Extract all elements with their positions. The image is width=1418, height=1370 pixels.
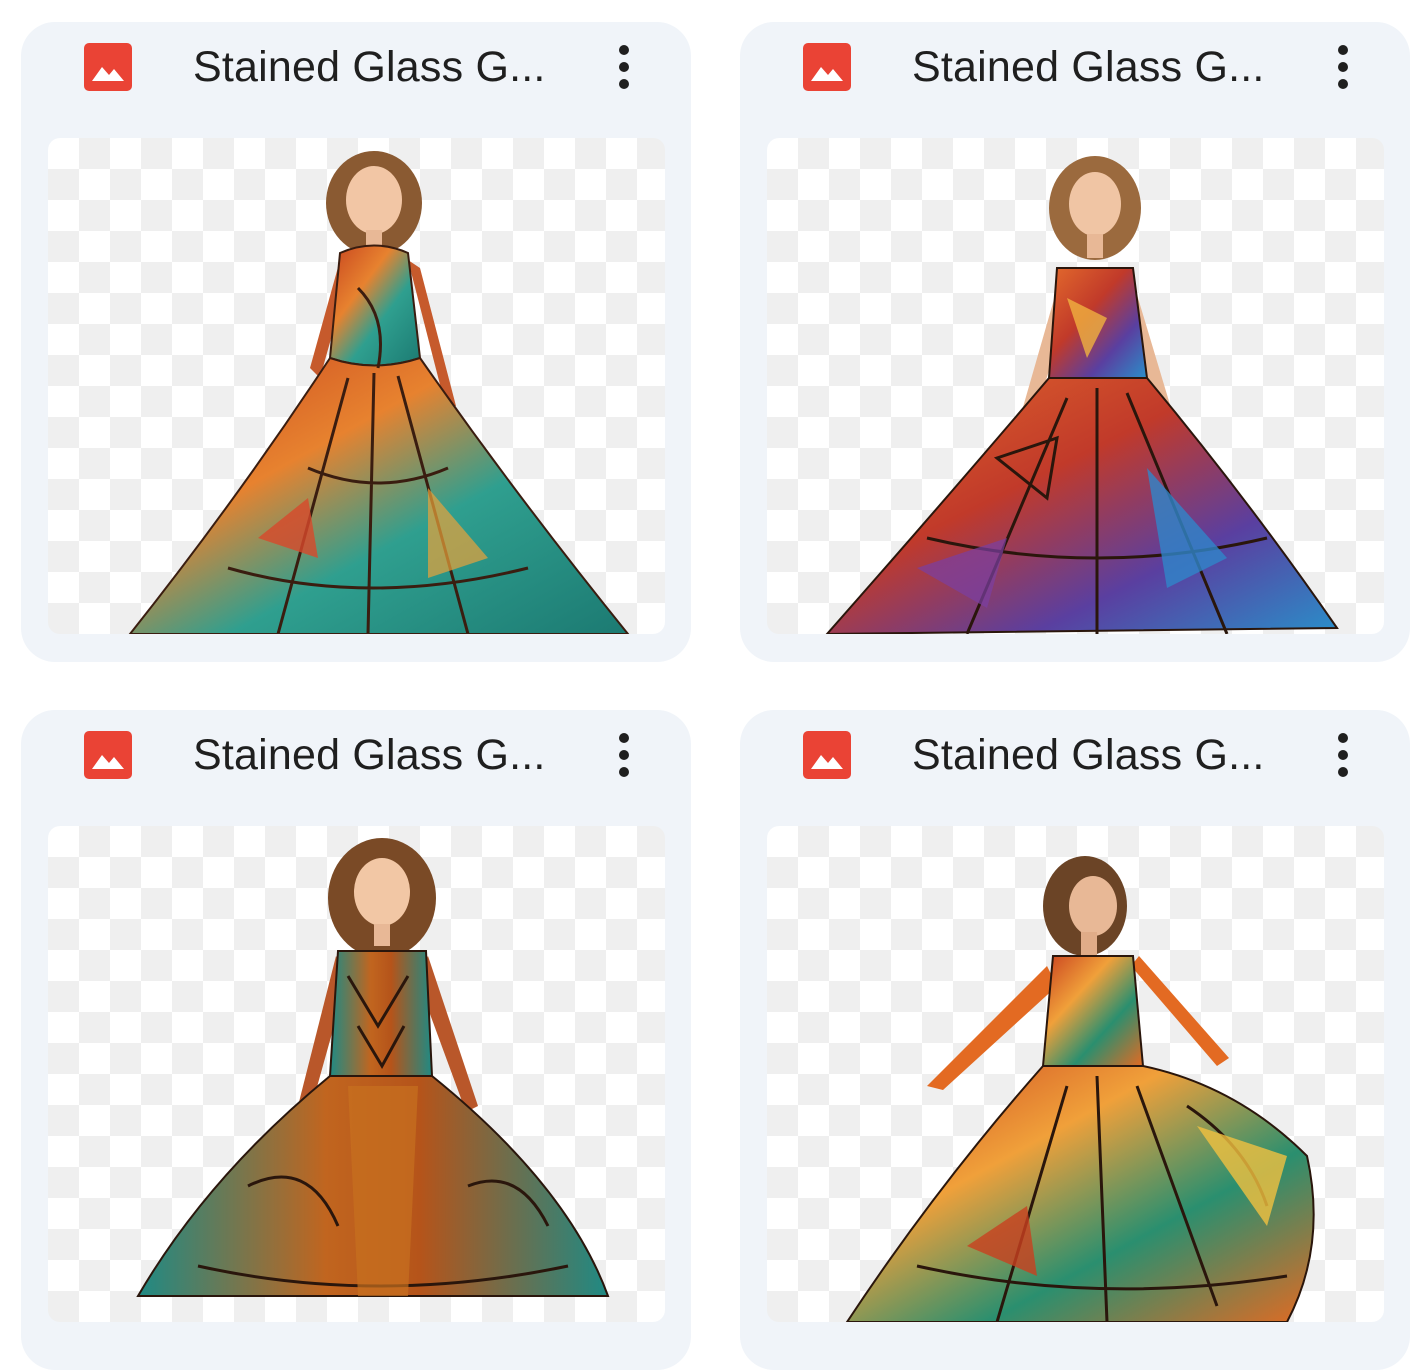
- file-grid: Stained Glass G... Stained Glass G... St…: [0, 0, 1418, 1370]
- image-file-icon: [803, 731, 851, 779]
- file-thumbnail[interactable]: [767, 138, 1384, 634]
- file-title[interactable]: Stained Glass G...: [193, 728, 573, 782]
- file-card[interactable]: Stained Glass G...: [21, 710, 691, 1370]
- more-options-icon[interactable]: [599, 40, 649, 94]
- file-title[interactable]: Stained Glass G...: [912, 728, 1292, 782]
- file-title[interactable]: Stained Glass G...: [193, 40, 573, 94]
- file-title[interactable]: Stained Glass G...: [912, 40, 1292, 94]
- file-card[interactable]: Stained Glass G...: [740, 22, 1410, 662]
- image-file-icon: [84, 43, 132, 91]
- file-card[interactable]: Stained Glass G...: [740, 710, 1410, 1370]
- gown-illustration: [128, 151, 630, 634]
- file-thumbnail[interactable]: [48, 138, 665, 634]
- gown-illustration: [136, 838, 610, 1297]
- file-card[interactable]: Stained Glass G...: [21, 22, 691, 662]
- more-options-icon[interactable]: [599, 728, 649, 782]
- image-file-icon: [84, 731, 132, 779]
- more-options-icon[interactable]: [1318, 40, 1368, 94]
- gown-illustration: [825, 156, 1339, 634]
- image-file-icon: [803, 43, 851, 91]
- more-options-icon[interactable]: [1318, 728, 1368, 782]
- file-thumbnail[interactable]: [48, 826, 665, 1322]
- file-thumbnail[interactable]: [767, 826, 1384, 1322]
- gown-illustration: [845, 856, 1315, 1322]
